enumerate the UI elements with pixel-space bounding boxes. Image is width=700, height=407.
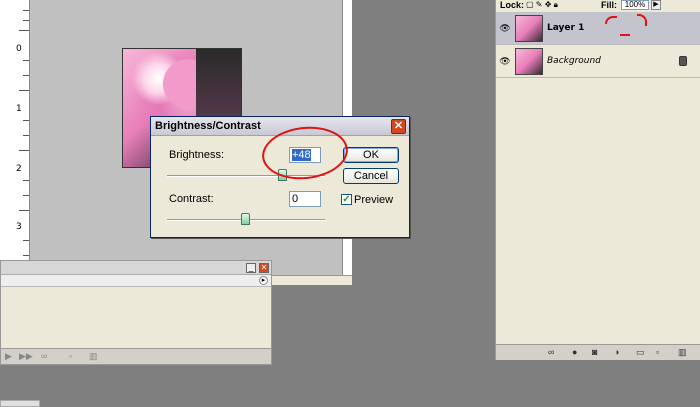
close-icon[interactable]: ✕ bbox=[391, 119, 406, 134]
history-palette: _ ✕ ▸ ▶ ▶▶ ∞ ▫ ▥ bbox=[0, 260, 272, 365]
ruler-label-3: 3 bbox=[16, 222, 22, 232]
eye-icon[interactable]: 👁︎ bbox=[499, 22, 511, 34]
layer-thumbnail bbox=[515, 48, 543, 75]
play-icon[interactable]: ▶ bbox=[5, 351, 12, 362]
minimize-icon[interactable]: _ bbox=[246, 263, 256, 273]
fill-label: Fill: bbox=[601, 0, 617, 10]
lock-label: Lock: bbox=[500, 0, 525, 10]
lock-icons[interactable]: ▢ ✎ ✥ 🔒︎ bbox=[526, 0, 558, 10]
dialog-title: Brightness/Contrast bbox=[151, 117, 409, 136]
brightness-value: +48 bbox=[292, 149, 311, 161]
lock-icon bbox=[679, 56, 687, 66]
adjustment-icon[interactable]: ◑ bbox=[614, 347, 619, 357]
contrast-label: Contrast: bbox=[169, 193, 214, 205]
brightness-contrast-dialog: Brightness/Contrast ✕ Brightness: +48 Co… bbox=[150, 116, 410, 238]
trash-icon[interactable]: ▥ bbox=[678, 347, 687, 358]
layer-row-background[interactable]: 👁︎ Background bbox=[496, 45, 700, 78]
contrast-slider-thumb[interactable] bbox=[241, 213, 250, 225]
close-icon[interactable]: ✕ bbox=[259, 263, 269, 273]
palette-body bbox=[1, 287, 271, 348]
brightness-input[interactable]: +48 bbox=[289, 147, 321, 163]
contrast-input[interactable]: 0 bbox=[289, 191, 321, 207]
fill-input[interactable]: 100% bbox=[621, 0, 649, 10]
eye-icon[interactable]: 👁︎ bbox=[499, 55, 511, 67]
layers-palette: Lock: ▢ ✎ ✥ 🔒︎ Fill: 100% ▶ 👁︎ Layer 1 👁… bbox=[495, 0, 700, 360]
new-layer-icon[interactable]: ▫ bbox=[656, 347, 659, 357]
mask-icon[interactable]: ◙ bbox=[592, 347, 597, 357]
palette-tabline: ▸ bbox=[1, 275, 271, 287]
ruler-label-1: 1 bbox=[16, 104, 22, 114]
step-icon[interactable]: ▶▶ bbox=[19, 351, 33, 362]
red-annotation-mark bbox=[605, 16, 617, 24]
layer-name: Layer 1 bbox=[547, 23, 585, 33]
layer-row-layer-1[interactable]: 👁︎ Layer 1 bbox=[496, 12, 700, 45]
brightness-slider-thumb[interactable] bbox=[278, 169, 287, 181]
vertical-ruler: 0 1 2 3 bbox=[0, 0, 30, 285]
preview-checkbox[interactable]: ✓ bbox=[341, 194, 352, 205]
ruler-label-0: 0 bbox=[16, 44, 22, 54]
fill-arrow-icon[interactable]: ▶ bbox=[651, 0, 661, 10]
red-annotation-mark bbox=[620, 34, 630, 36]
new-icon[interactable]: ▫ bbox=[69, 351, 72, 361]
folder-icon[interactable]: ▭ bbox=[636, 347, 645, 358]
palette-footer: ▶ ▶▶ ∞ ▫ ▥ bbox=[1, 348, 271, 364]
ruler-label-2: 2 bbox=[16, 164, 22, 174]
layer-style-icon[interactable]: ● bbox=[572, 347, 577, 357]
status-tab bbox=[0, 400, 40, 407]
link-icon[interactable]: ∞ bbox=[548, 347, 554, 357]
trash-icon[interactable]: ▥ bbox=[89, 351, 98, 362]
preview-label: Preview bbox=[354, 194, 394, 206]
brightness-slider-track[interactable] bbox=[167, 175, 325, 177]
cancel-button[interactable]: Cancel bbox=[343, 168, 399, 184]
palette-menu-icon[interactable]: ▸ bbox=[259, 276, 268, 285]
layer-name: Background bbox=[547, 56, 601, 66]
palette-titlebar: _ ✕ bbox=[1, 261, 271, 275]
layers-footer: ∞ ● ◙ ◑ ▭ ▫ ▥ bbox=[496, 344, 700, 360]
layer-thumbnail bbox=[515, 15, 543, 42]
loop-icon[interactable]: ∞ bbox=[41, 351, 47, 361]
ok-button[interactable]: OK bbox=[343, 147, 399, 163]
layers-topbar: Lock: ▢ ✎ ✥ 🔒︎ Fill: 100% ▶ bbox=[496, 0, 700, 11]
brightness-label: Brightness: bbox=[169, 149, 225, 161]
